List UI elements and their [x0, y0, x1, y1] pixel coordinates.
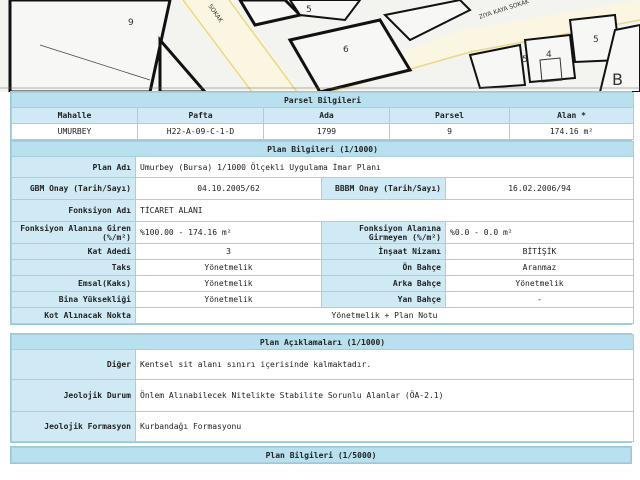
- parsel-header-parsel: Parsel: [389, 107, 510, 124]
- arka-bahce-value: Yönetmelik: [444, 275, 635, 292]
- plan5000-panel: Plan Bilgileri (1/5000): [10, 446, 632, 464]
- parsel-title: Parsel Bilgileri: [10, 92, 635, 108]
- taks-label: Taks: [11, 259, 136, 276]
- map-label-parcel-5c: 5: [593, 35, 599, 45]
- emsal-label: Emsal(Kaks): [11, 275, 136, 292]
- parsel-table: Parsel Bilgileri Mahalle Pafta Ada Parse…: [10, 92, 635, 140]
- gbm-onay-label: GBM Onay (Tarih/Sayı): [11, 177, 136, 200]
- parsel-value-alan: 174.16 m²: [508, 123, 635, 140]
- kat-adedi-label: Kat Adedi: [11, 243, 136, 260]
- plan-adi-label: Plan Adı: [11, 156, 136, 178]
- aciklama-title: Plan Açıklamaları (1/1000): [10, 334, 635, 350]
- on-bahce-value: Aranmaz: [444, 259, 635, 276]
- parcel-map-drawing: [0, 0, 640, 92]
- bina-yuksekligi-value: Yönetmelik: [135, 291, 322, 308]
- taks-value: Yönetmelik: [135, 259, 322, 276]
- kat-adedi-value: 3: [135, 243, 322, 260]
- plan-table: Plan Bilgileri (1/1000) Plan Adı Umurbey…: [10, 141, 635, 324]
- gbm-onay-value: 04.10.2005/62: [135, 177, 322, 200]
- insaat-nizami-value: BİTİŞİK: [444, 243, 635, 260]
- map-label-parcel-9: 9: [128, 18, 134, 28]
- parsel-header-mahalle: Mahalle: [11, 107, 138, 124]
- parcel-map: 9 5 6 5 4 5 SOKAK ZIYA KAYA SOKAK B: [0, 0, 640, 92]
- jeolojik-formasyon-value: Kurbandağı Formasyonu: [134, 411, 635, 442]
- jeolojik-durum-label: Jeolojik Durum: [11, 379, 136, 412]
- parsel-value-mahalle: UMURBEY: [11, 123, 138, 140]
- parsel-header-pafta: Pafta: [137, 107, 264, 124]
- map-label-block-b: B: [612, 70, 623, 89]
- aciklama-table: Plan Açıklamaları (1/1000) Diğer Kentsel…: [10, 334, 635, 442]
- parsel-value-ada: 1799: [263, 123, 390, 140]
- jeolojik-formasyon-label: Jeolojik Formasyon: [11, 411, 136, 442]
- map-label-parcel-6: 6: [343, 45, 349, 55]
- plan-adi-value: Umurbey (Bursa) 1/1000 Ölçekli Uygulama …: [134, 156, 635, 178]
- fonksiyon-girmeyen-label: Fonksiyon Alanına Girmeyen (%/m²): [321, 221, 446, 244]
- parsel-header-ada: Ada: [263, 107, 390, 124]
- fonksiyon-giren-value: %100.00 - 174.16 m²: [135, 221, 322, 244]
- parsel-panel: Parsel Bilgileri Mahalle Pafta Ada Parse…: [10, 91, 635, 141]
- plan5000-table: Plan Bilgileri (1/5000): [11, 447, 631, 463]
- bina-yuksekligi-label: Bina Yüksekliği: [11, 291, 136, 308]
- diger-value: Kentsel sit alanı sınırı içerisinde kalm…: [134, 349, 635, 380]
- on-bahce-label: Ön Bahçe: [321, 259, 446, 276]
- kot-value: Yönetmelik + Plan Notu: [134, 307, 635, 324]
- emsal-value: Yönetmelik: [135, 275, 322, 292]
- fonksiyon-adi-label: Fonksiyon Adı: [11, 199, 136, 222]
- fonksiyon-girmeyen-value: %0.0 - 0.0 m²: [444, 221, 635, 244]
- insaat-nizami-label: İnşaat Nizamı: [321, 243, 446, 260]
- plan-panel: Plan Bilgileri (1/1000) Plan Adı Umurbey…: [10, 140, 635, 325]
- jeolojik-durum-value: Önlem Alınabilecek Nitelikte Stabilite S…: [134, 379, 635, 412]
- map-label-parcel-5b: 5: [522, 55, 528, 65]
- parsel-value-parsel: 9: [389, 123, 510, 140]
- parsel-header-alan: Alan *: [508, 107, 635, 124]
- yan-bahce-label: Yan Bahçe: [321, 291, 446, 308]
- fonksiyon-giren-label: Fonksiyon Alanına Giren (%/m²): [11, 221, 136, 244]
- plan-title: Plan Bilgileri (1/1000): [10, 141, 635, 157]
- aciklama-panel: Plan Açıklamaları (1/1000) Diğer Kentsel…: [10, 333, 635, 443]
- map-label-parcel-5a: 5: [306, 5, 312, 15]
- fonksiyon-adi-value: TİCARET ALANI: [134, 199, 635, 222]
- bbbm-onay-label: BBBM Onay (Tarih/Sayı): [321, 177, 446, 200]
- diger-label: Diğer: [11, 349, 136, 380]
- map-label-parcel-4: 4: [546, 50, 552, 60]
- parsel-value-pafta: H22-A-09-C-1-D: [137, 123, 264, 140]
- bbbm-onay-value: 16.02.2006/94: [444, 177, 635, 200]
- plan5000-title: Plan Bilgileri (1/5000): [11, 447, 631, 463]
- arka-bahce-label: Arka Bahçe: [321, 275, 446, 292]
- yan-bahce-value: -: [444, 291, 635, 308]
- kot-label: Kot Alınacak Nokta: [11, 307, 136, 324]
